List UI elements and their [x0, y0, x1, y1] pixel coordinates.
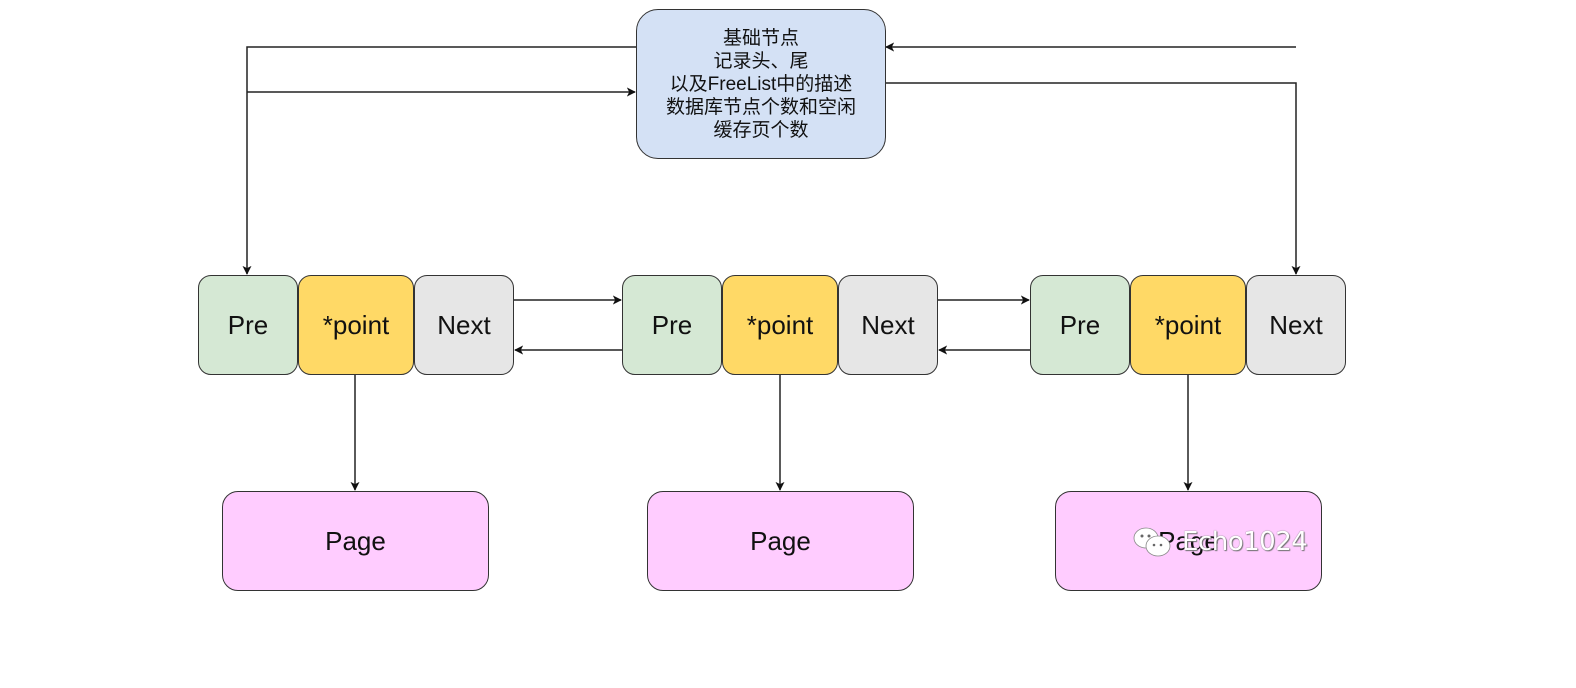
node3-pre-cell[interactable]: Pre [1030, 275, 1130, 375]
wechat-icon [1133, 527, 1171, 557]
header-line-4: 数据库节点个数和空闲 [665, 96, 856, 118]
node1-page-box[interactable]: Page [222, 491, 489, 591]
linked-list-diagram: 基础节点 记录头、尾 以及FreeList中的描述 数据库节点个数和空闲 缓存页… [0, 0, 1576, 688]
node1-pre-cell[interactable]: Pre [198, 275, 298, 375]
node1-point-cell[interactable]: *point [298, 275, 414, 375]
header-line-2: 记录头、尾 [713, 50, 809, 72]
node2-pre-cell[interactable]: Pre [622, 275, 722, 375]
edge-header-to-last-next [885, 82, 1301, 275]
node1-next-cell[interactable]: Next [414, 275, 514, 375]
header-line-1: 基础节点 [722, 27, 799, 49]
header-node[interactable]: 基础节点 记录头、尾 以及FreeList中的描述 数据库节点个数和空闲 缓存页… [636, 9, 886, 159]
header-line-3: 以及FreeList中的描述 [669, 73, 853, 95]
node2-point-cell[interactable]: *point [722, 275, 838, 375]
watermark-text: Echo1024 [1182, 527, 1308, 557]
node3-next-cell[interactable]: Next [1246, 275, 1346, 375]
header-line-5: 缓存页个数 [713, 119, 809, 141]
edge-header-to-first-pre [242, 46, 636, 275]
node2-page-box[interactable]: Page [647, 491, 914, 591]
node3-point-cell[interactable]: *point [1130, 275, 1246, 375]
node2-next-cell[interactable]: Next [838, 275, 938, 375]
